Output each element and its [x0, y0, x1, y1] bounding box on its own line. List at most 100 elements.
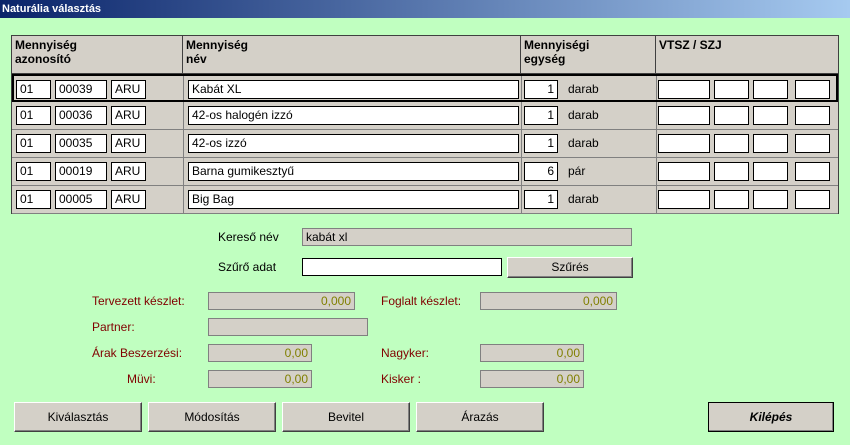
column-divider — [521, 186, 522, 213]
wholesale-value: 0,00 — [480, 344, 584, 362]
column-divider — [521, 130, 522, 157]
planned-stock-label: Tervezett készlet: — [92, 294, 185, 308]
row-unit: pár — [568, 164, 586, 178]
row-unit: darab — [568, 192, 599, 206]
column-divider — [656, 158, 657, 185]
row-vtsz-4[interactable] — [795, 134, 830, 153]
exit-button[interactable]: Kilépés — [708, 402, 834, 432]
header-unit-line2: egység — [524, 52, 566, 66]
header-id-line2: azonosító — [15, 52, 71, 66]
column-divider — [183, 76, 184, 100]
row-item-name[interactable]: 42-os halogén izzó — [188, 106, 519, 125]
header-id: Mennyiség azonosító — [12, 36, 183, 74]
table-row[interactable]: 01 00019 ARU Barna gumikesztyű 6 pár — [12, 158, 838, 186]
column-divider — [183, 130, 184, 157]
pricing-button[interactable]: Árazás — [416, 402, 544, 432]
row-vtsz-1[interactable] — [658, 80, 710, 99]
header-name-line2: név — [186, 52, 207, 66]
row-company-code[interactable]: 01 — [16, 80, 51, 99]
row-vtsz-2[interactable] — [714, 162, 749, 181]
row-unit: darab — [568, 136, 599, 150]
reserved-stock-label: Foglalt készlet: — [381, 294, 462, 308]
row-item-name[interactable]: Barna gumikesztyű — [188, 162, 519, 181]
column-divider — [521, 102, 522, 129]
header-name-line1: Mennyiség — [186, 38, 249, 52]
row-company-code[interactable]: 01 — [16, 190, 51, 209]
search-name-label: Kereső név — [218, 230, 279, 244]
modify-button[interactable]: Módosítás — [148, 402, 276, 432]
row-item-type[interactable]: ARU — [111, 134, 146, 153]
row-item-type[interactable]: ARU — [111, 190, 146, 209]
row-unit: darab — [568, 108, 599, 122]
partner-value — [208, 318, 368, 336]
input-button[interactable]: Bevitel — [282, 402, 410, 432]
row-company-code[interactable]: 01 — [16, 134, 51, 153]
row-vtsz-2[interactable] — [714, 106, 749, 125]
row-item-code[interactable]: 00019 — [55, 162, 107, 181]
header-id-line1: Mennyiség — [15, 38, 78, 52]
row-item-code[interactable]: 00036 — [55, 106, 107, 125]
column-divider — [656, 102, 657, 129]
purchase-price-value: 0,00 — [208, 344, 312, 362]
table-row[interactable]: 01 00036 ARU 42-os halogén izzó 1 darab — [12, 102, 838, 130]
row-quantity[interactable]: 1 — [524, 190, 558, 209]
retail-label: Kisker : — [381, 372, 422, 386]
header-name: Mennyiség név — [183, 36, 521, 74]
reserved-stock-value: 0,000 — [480, 292, 617, 310]
column-divider — [521, 158, 522, 185]
partner-label: Partner: — [92, 320, 135, 334]
filter-label: Szűrő adat — [218, 260, 277, 274]
row-quantity[interactable]: 1 — [524, 134, 558, 153]
header-unit: Mennyiségi egység — [521, 36, 656, 74]
row-vtsz-2[interactable] — [714, 80, 749, 99]
row-vtsz-1[interactable] — [658, 106, 710, 125]
row-item-name[interactable]: Kabát XL — [188, 80, 519, 99]
row-vtsz-2[interactable] — [714, 134, 749, 153]
row-item-type[interactable]: ARU — [111, 162, 146, 181]
row-vtsz-1[interactable] — [658, 190, 710, 209]
row-company-code[interactable]: 01 — [16, 106, 51, 125]
table-row[interactable]: 01 00035 ARU 42-os izzó 1 darab — [12, 130, 838, 158]
row-vtsz-3[interactable] — [753, 106, 788, 125]
filter-input[interactable] — [302, 258, 502, 276]
row-vtsz-3[interactable] — [753, 190, 788, 209]
muvi-label: Müvi: — [127, 372, 156, 386]
row-vtsz-4[interactable] — [795, 190, 830, 209]
planned-stock-value: 0,000 — [208, 292, 355, 310]
purchase-price-label: Árak Beszerzési: — [92, 346, 183, 360]
row-quantity[interactable]: 1 — [524, 80, 558, 99]
column-divider — [183, 186, 184, 213]
row-vtsz-3[interactable] — [753, 80, 788, 99]
row-vtsz-3[interactable] — [753, 134, 788, 153]
column-divider — [521, 76, 522, 100]
row-item-type[interactable]: ARU — [111, 106, 146, 125]
row-unit: darab — [568, 82, 599, 96]
row-vtsz-2[interactable] — [714, 190, 749, 209]
select-button[interactable]: Kiválasztás — [14, 402, 142, 432]
row-vtsz-4[interactable] — [795, 162, 830, 181]
row-vtsz-1[interactable] — [658, 162, 710, 181]
row-vtsz-3[interactable] — [753, 162, 788, 181]
filter-button[interactable]: Szűrés — [507, 257, 633, 278]
muvi-value: 0,00 — [208, 370, 312, 388]
table-row[interactable]: 01 00039 ARU Kabát XL 1 darab — [12, 74, 838, 102]
row-company-code[interactable]: 01 — [16, 162, 51, 181]
row-quantity[interactable]: 1 — [524, 106, 558, 125]
header-vtsz-label: VTSZ / SZJ — [659, 38, 722, 52]
row-vtsz-4[interactable] — [795, 80, 830, 99]
row-item-type[interactable]: ARU — [111, 80, 146, 99]
column-divider — [183, 102, 184, 129]
row-item-code[interactable]: 00039 — [55, 80, 107, 99]
column-divider — [183, 158, 184, 185]
row-item-name[interactable]: 42-os izzó — [188, 134, 519, 153]
row-vtsz-4[interactable] — [795, 106, 830, 125]
row-item-code[interactable]: 00005 — [55, 190, 107, 209]
row-item-name[interactable]: Big Bag — [188, 190, 519, 209]
wholesale-label: Nagyker: — [381, 346, 430, 360]
column-divider — [656, 186, 657, 213]
row-vtsz-1[interactable] — [658, 134, 710, 153]
table-row[interactable]: 01 00005 ARU Big Bag 1 darab — [12, 186, 838, 214]
column-divider — [656, 130, 657, 157]
row-quantity[interactable]: 6 — [524, 162, 558, 181]
row-item-code[interactable]: 00035 — [55, 134, 107, 153]
